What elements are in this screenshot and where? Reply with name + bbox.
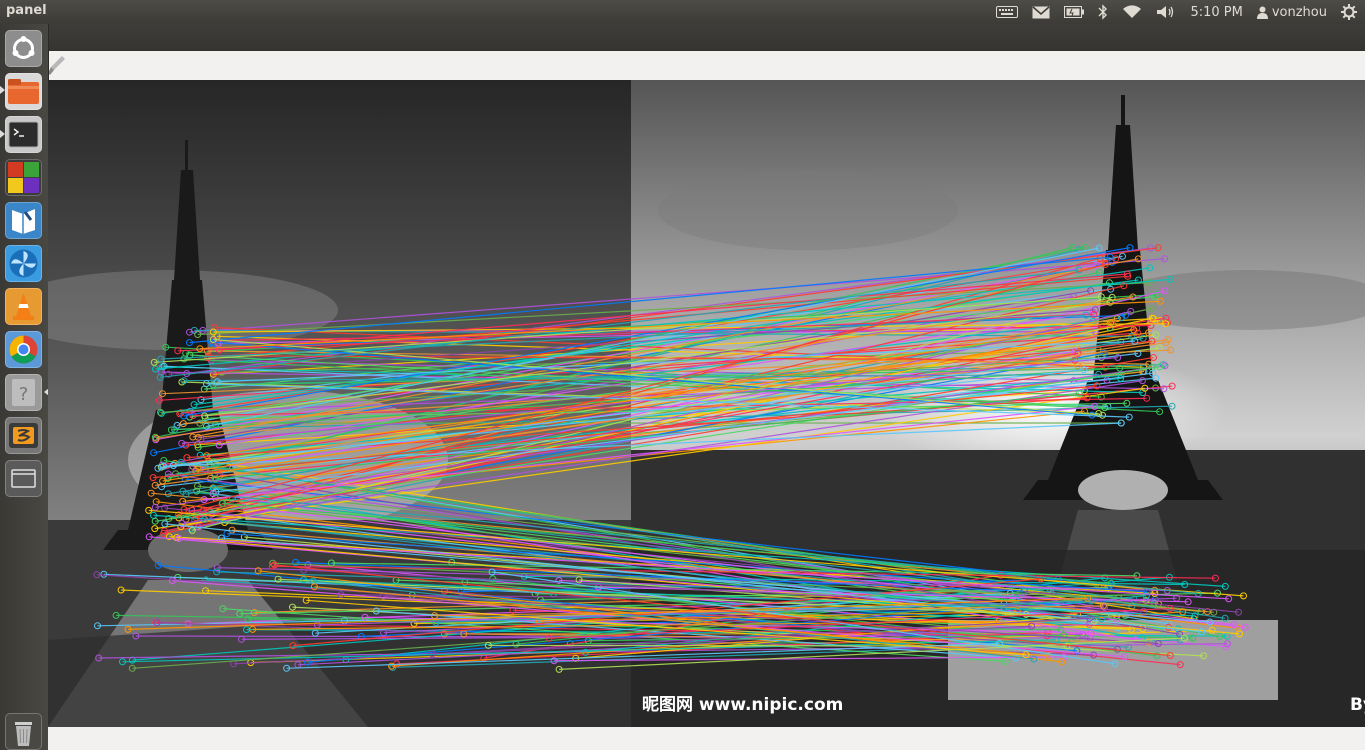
trash-icon xyxy=(15,722,32,746)
chrome-icon xyxy=(9,335,38,364)
dash-home-button[interactable] xyxy=(5,30,42,67)
window-statusbar xyxy=(48,727,1365,750)
question-mark-icon: ? xyxy=(12,379,35,406)
chrome-button[interactable] xyxy=(5,331,42,368)
terminal-icon xyxy=(8,121,39,148)
workspace-switcher-button[interactable] xyxy=(5,460,42,497)
clock[interactable]: 5:10 PM xyxy=(1190,5,1242,20)
user-menu[interactable]: vonzhou xyxy=(1256,4,1327,20)
ubuntu-logo-icon xyxy=(12,36,35,59)
mail-icon[interactable] xyxy=(1032,5,1050,19)
match-line xyxy=(488,644,1068,647)
watermark-text: 昵图网 www.nipic.com xyxy=(642,695,843,715)
shotwell-button[interactable] xyxy=(5,245,42,282)
svg-text:?: ? xyxy=(19,384,29,405)
app-grid-button[interactable] xyxy=(5,159,42,196)
vlc-button[interactable] xyxy=(5,288,42,325)
window-toolbar xyxy=(48,51,1365,80)
image-viewer: 昵图网 www.nipic.com By xyxy=(48,80,1365,727)
book-icon xyxy=(12,209,35,234)
brush-icon[interactable] xyxy=(48,55,66,77)
user-icon xyxy=(1256,6,1268,19)
user-name: vonzhou xyxy=(1271,4,1327,20)
window-icon xyxy=(11,469,36,488)
volume-icon[interactable] xyxy=(1156,5,1176,19)
wifi-icon[interactable] xyxy=(1122,5,1142,19)
sublime-icon xyxy=(9,423,38,448)
unknown-app-button[interactable]: ? xyxy=(5,374,42,411)
folder-icon xyxy=(8,79,39,104)
corner-text: By xyxy=(1350,695,1365,715)
reader-button[interactable] xyxy=(5,202,42,239)
sublime-text-button[interactable] xyxy=(5,417,42,454)
colored-blocks-icon xyxy=(8,162,39,193)
launcher: ? xyxy=(0,24,49,750)
pinwheel-icon xyxy=(9,249,38,278)
trash-button[interactable] xyxy=(5,713,42,750)
keyboard-icon[interactable] xyxy=(996,5,1019,19)
terminal-button[interactable] xyxy=(5,116,42,153)
window-titlebar[interactable] xyxy=(48,24,1365,51)
bluetooth-icon[interactable] xyxy=(1098,4,1108,20)
gear-icon[interactable] xyxy=(1341,4,1357,20)
top-panel: panel 5:10 PM vonzhou xyxy=(0,0,1365,24)
battery-icon[interactable] xyxy=(1064,6,1085,18)
files-button[interactable] xyxy=(5,73,42,110)
traffic-cone-icon xyxy=(13,293,34,320)
match-image: 昵图网 www.nipic.com By xyxy=(48,80,1365,727)
panel-title: panel xyxy=(6,3,47,18)
system-tray: 5:10 PM vonzhou xyxy=(996,0,1365,24)
